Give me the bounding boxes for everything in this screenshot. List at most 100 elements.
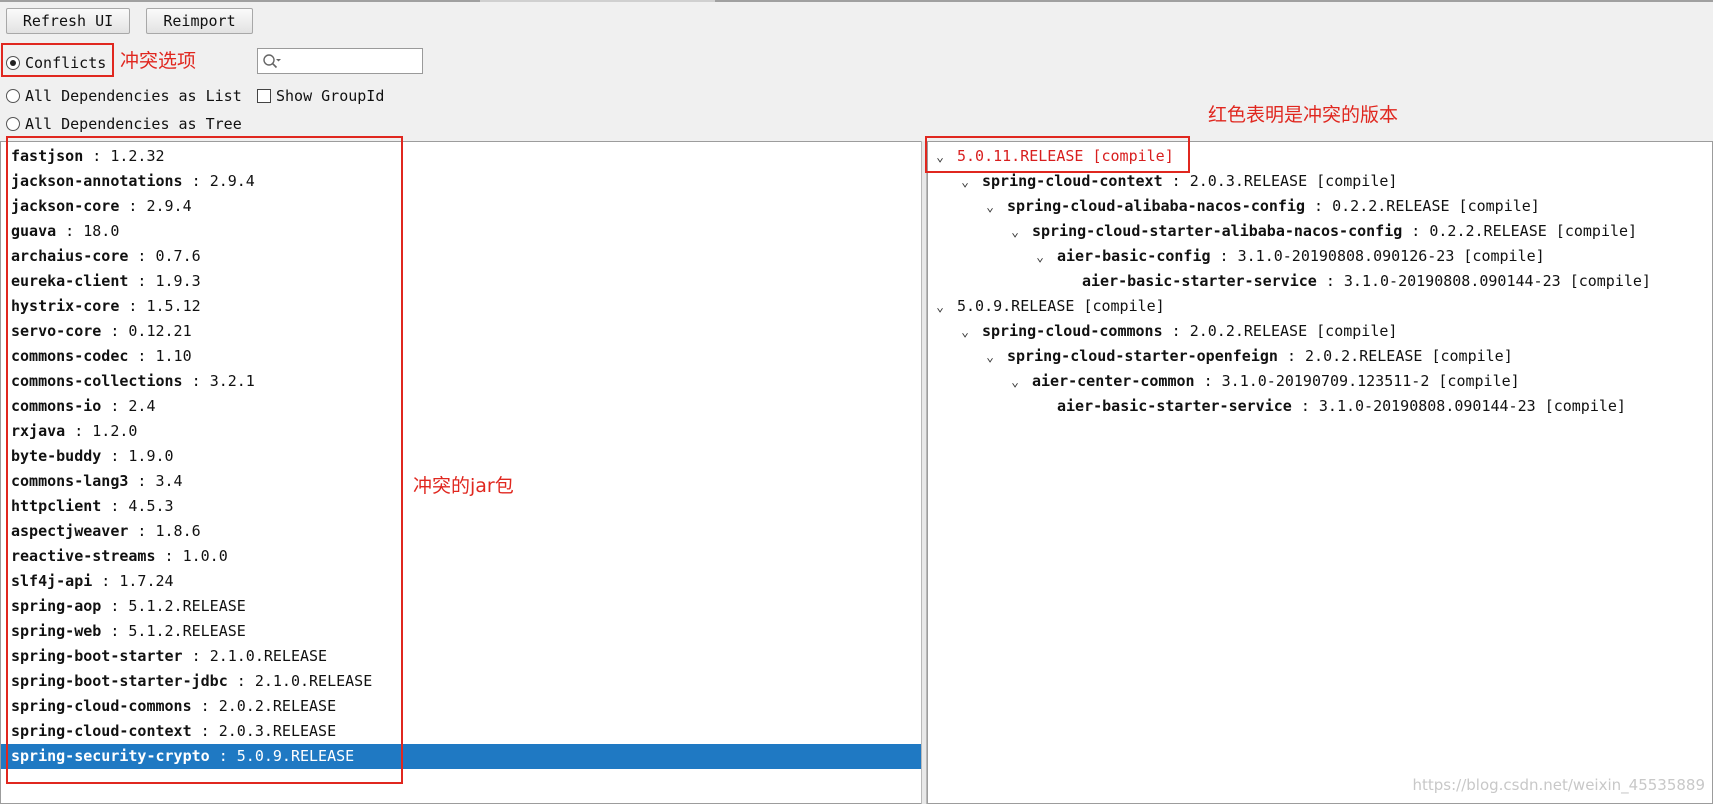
chevron-down-icon[interactable]: ⌄ [1033,245,1047,270]
list-item[interactable]: commons-codec : 1.10 [1,344,921,369]
list-item[interactable]: slf4j-api : 1.7.24 [1,569,921,594]
tree-node-name: aier-center-common [1032,372,1195,390]
tree-node[interactable]: ⌄ spring-cloud-starter-alibaba-nacos-conf… [1008,219,1637,244]
tree-node[interactable]: ⌄ aier-center-common : 3.1.0-20190709.123… [1008,369,1520,394]
refresh-ui-button[interactable]: Refresh UI [6,8,130,34]
separator: : [1291,397,1319,415]
tree-node[interactable]: ⌄ spring-cloud-alibaba-nacos-config : 0.2… [983,194,1540,219]
list-item[interactable]: reactive-streams : 1.0.0 [1,544,921,569]
list-item[interactable]: rxjava : 1.2.0 [1,419,921,444]
list-item[interactable]: spring-cloud-commons : 2.0.2.RELEASE [1,694,921,719]
tree-node-version: 2.0.3.RELEASE [1189,172,1308,190]
list-item[interactable]: spring-security-crypto : 5.0.9.RELEASE [1,744,921,769]
all-deps-list-radio[interactable] [6,89,20,103]
all-deps-list-radio-option[interactable]: All Dependencies as List [6,85,242,107]
separator: : [1316,272,1344,290]
separator: : [101,322,129,340]
artifact-version: 1.9.0 [128,447,174,465]
tree-node[interactable]: ⌄ spring-cloud-starter-openfeign : 2.0.2.… [983,344,1513,369]
separator: : [119,297,147,315]
chevron-down-icon[interactable]: ⌄ [958,170,972,195]
chevron-down-icon[interactable]: ⌄ [933,295,947,320]
conflict-jars-annotation: 冲突的jar包 [413,475,514,497]
separator: : [101,397,129,415]
tree-node-scope: [compile] [1569,272,1651,290]
separator: : [128,247,156,265]
chevron-down-icon[interactable]: ⌄ [983,195,997,220]
tree-node-name: spring-cloud-context [982,172,1163,190]
tree-node[interactable]: ⌄ spring-cloud-context : 2.0.3.RELEASE [c… [958,169,1397,194]
artifact-name: commons-collections [11,372,183,390]
list-item[interactable]: spring-cloud-context : 2.0.3.RELEASE [1,719,921,744]
artifact-name: spring-cloud-commons [11,697,192,715]
artifact-version: 4.5.3 [128,497,174,515]
artifact-name: hystrix-core [11,297,120,315]
tree-node[interactable]: ⌄aier-basic-starter-service : 3.1.0-2019… [1058,269,1651,294]
chevron-down-icon[interactable]: ⌄ [1008,220,1022,245]
tree-node-version: 3.1.0-20190808.090144-23 [1343,272,1561,290]
tree-node-scope: [compile] [1555,222,1638,240]
list-item[interactable]: spring-aop : 5.1.2.RELEASE [1,594,921,619]
artifact-name: spring-web [11,622,102,640]
separator: : [209,747,237,765]
separator [1547,222,1556,240]
tree-node[interactable]: ⌄ aier-basic-config : 3.1.0-20190808.0901… [1033,244,1545,269]
tree-node-scope: [compile] [1083,297,1165,315]
artifact-version: 2.1.0.RELEASE [209,647,328,665]
tree-node-version: 3.1.0-20190709.123511-2 [1221,372,1430,390]
artifact-version: 1.8.6 [155,522,201,540]
tree-node-scope: [compile] [1438,372,1520,390]
list-item[interactable]: spring-web : 5.1.2.RELEASE [1,619,921,644]
list-item[interactable]: archaius-core : 0.7.6 [1,244,921,269]
tree-node-version: 0.2.2.RELEASE [1429,222,1547,240]
tree-node[interactable]: ⌄ 5.0.9.RELEASE [compile] [933,294,1165,319]
dependency-tree-panel[interactable]: ⌄ 5.0.11.RELEASE [compile] ⌄ spring-cloud-c… [927,141,1713,804]
top-divider-segment [715,0,1713,2]
list-item[interactable]: eureka-client : 1.9.3 [1,269,921,294]
all-deps-tree-radio[interactable] [6,117,20,131]
tree-node-name: spring-cloud-starter-openfeign [1007,347,1278,365]
chevron-down-icon[interactable]: ⌄ [933,145,947,170]
tree-node[interactable]: ⌄ spring-cloud-commons : 2.0.2.RELEASE [c… [958,319,1397,344]
tree-node-scope: [compile] [1316,172,1398,190]
top-divider [0,0,1713,2]
artifact-name: spring-aop [11,597,102,615]
list-item[interactable]: hystrix-core : 1.5.12 [1,294,921,319]
tree-node-name: aier-basic-starter-service [1057,397,1292,415]
all-deps-tree-radio-option[interactable]: All Dependencies as Tree [6,113,242,135]
tree-node-version: 3.1.0-20190808.090144-23 [1318,397,1536,415]
show-groupid-checkbox[interactable] [257,89,271,103]
list-item[interactable]: aspectjweaver : 1.8.6 [1,519,921,544]
separator [1536,397,1545,415]
separator [1561,272,1570,290]
chevron-down-icon[interactable]: ⌄ [983,345,997,370]
show-groupid-option[interactable]: Show GroupId [257,85,384,107]
search-field[interactable] [257,48,423,74]
conflicts-radio[interactable] [6,56,20,70]
search-input[interactable] [284,51,420,73]
list-item[interactable]: commons-io : 2.4 [1,394,921,419]
tree-node[interactable]: ⌄aier-basic-starter-service : 3.1.0-2019… [1033,394,1626,419]
artifact-version: 3.2.1 [209,372,255,390]
list-item[interactable]: spring-boot-starter : 2.1.0.RELEASE [1,644,921,669]
list-item[interactable]: servo-core : 0.12.21 [1,319,921,344]
artifact-version: 2.9.4 [209,172,255,190]
list-item[interactable]: commons-collections : 3.2.1 [1,369,921,394]
list-item[interactable]: spring-boot-starter-jdbc : 2.1.0.RELEASE [1,669,921,694]
chevron-down-icon[interactable]: ⌄ [958,320,972,345]
list-item[interactable]: byte-buddy : 1.9.0 [1,444,921,469]
artifact-version: 2.0.2.RELEASE [218,697,337,715]
separator: : [1162,172,1190,190]
list-item[interactable]: jackson-annotations : 2.9.4 [1,169,921,194]
conflicts-radio-option[interactable]: Conflicts [6,52,106,74]
chevron-down-icon[interactable]: ⌄ [1008,370,1022,395]
separator: : [1305,197,1333,215]
reimport-button[interactable]: Reimport [146,8,253,34]
tree-node[interactable]: ⌄ 5.0.11.RELEASE [compile] [933,144,1174,169]
separator: : [155,547,183,565]
list-item[interactable]: guava : 18.0 [1,219,921,244]
artifact-version: 2.0.3.RELEASE [218,722,337,740]
separator: : [101,497,129,515]
list-item[interactable]: jackson-core : 2.9.4 [1,194,921,219]
list-item[interactable]: fastjson : 1.2.32 [1,144,921,169]
